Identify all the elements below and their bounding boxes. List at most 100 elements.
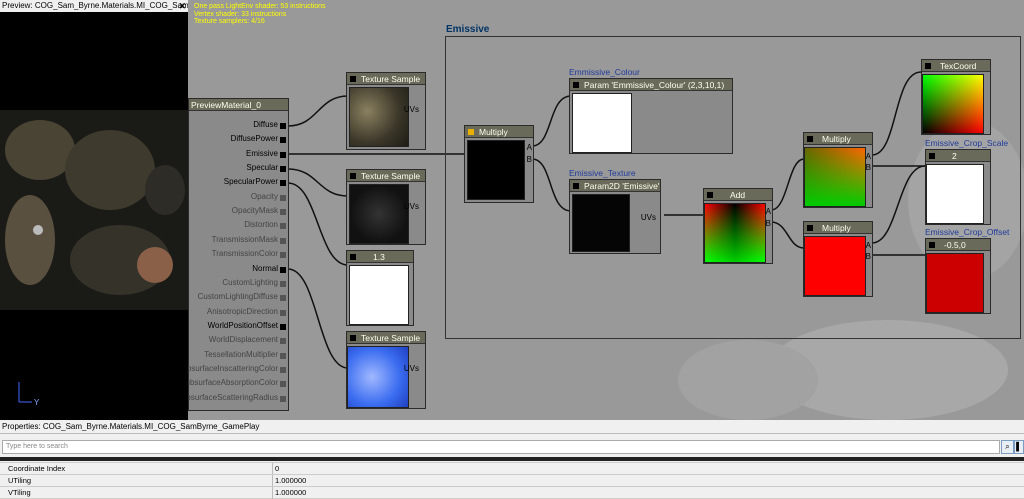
input-b-label: B [865,252,871,261]
multiply-node[interactable]: Multiply A B [464,125,534,203]
node-title: Multiply [804,133,872,145]
scalar-param-node[interactable]: 2 [925,149,991,225]
material-input-label: TessellationMultiplier [204,349,278,359]
material-input-label: Opacity [250,191,278,201]
value-thumbnail [922,74,984,134]
material-input-pin[interactable] [280,209,286,216]
material-input-label: SpecularPower [223,177,278,187]
material-input-label: CustomLighting [222,277,278,287]
uvs-label: UVs [640,213,656,222]
material-input-label: SubsurfaceScatteringRadius [188,392,278,402]
material-input-pin[interactable] [280,223,286,230]
material-input-label: Distortion [244,220,278,230]
multiply-node[interactable]: Multiply A B [803,221,873,297]
texture-param-node[interactable]: Param2D 'Emissive' UVs [569,179,661,254]
property-value[interactable]: 1.000000 [272,487,306,499]
material-input-pin[interactable] [280,194,286,201]
node-title: -0.5,0 [926,239,990,251]
texture-thumbnail [349,87,409,147]
value-thumbnail [572,93,632,153]
material-input-pin[interactable] [280,323,286,330]
material-input-label: AnisotropicDirection [206,306,278,316]
material-input-pin[interactable] [280,166,286,173]
material-input-label: SubsurfaceAbsorptionColor [188,378,278,388]
material-input-pin[interactable] [280,352,286,359]
material-input-label: SubsurfaceInscatteringColor [188,363,278,373]
texture-thumbnail [572,194,630,252]
material-input-pin[interactable] [280,309,286,316]
vector-param-node[interactable]: -0.5,0 [925,238,991,314]
search-input[interactable]: Type here to search [2,440,1000,454]
add-node[interactable]: Add A B [703,188,773,264]
texture-sample-node[interactable]: Texture Sample UVs [346,169,426,245]
input-a-label: A [526,143,532,152]
search-icon[interactable]: ⌕ [1001,440,1014,454]
close-icon[interactable]: ✕ [178,0,186,12]
preview-title: Preview: COG_Sam_Byrne.Materials.MI_COG_… [0,0,188,12]
preview-material-node[interactable]: PreviewMaterial_0 Diffuse DiffusePower Emi… [188,98,289,411]
crop-offset-label: Emissive_Crop_Offset [925,227,1010,237]
value-thumbnail [926,253,984,313]
material-input-pin[interactable] [280,180,286,187]
uvs-label: UVs [403,105,419,114]
stat-line: One pass LightEnv shader: 53 instruction… [194,3,326,10]
material-input-label: Normal [252,263,278,273]
property-key: VTiling [8,488,31,497]
material-graph-canvas[interactable]: One pass LightEnv shader: 53 instruction… [188,0,1024,420]
material-input-label: Specular [246,163,278,173]
property-row[interactable]: UTiling 1.000000 [0,474,1024,487]
material-input-label: TransmissionMask [211,234,278,244]
material-input-label: TransmissionColor [211,249,278,259]
value-thumbnail [704,203,766,263]
crop-scale-label: Emissive_Crop_Scale [925,138,1009,148]
material-input-pin[interactable] [280,366,286,373]
texture-sample-node[interactable]: Texture Sample UVs [346,72,426,150]
input-b-label: B [526,155,532,164]
input-a-label: A [765,207,771,216]
material-input-pin[interactable] [280,266,286,273]
node-title: PreviewMaterial_0 [189,99,288,111]
material-input-label: WorldPositionOffset [207,320,278,330]
node-title: Param 'Emmissive_Colour' (2,3,10,1) [570,79,732,91]
property-row[interactable]: Coordinate Index 0 [0,462,1024,475]
node-title: TexCoord [922,60,990,72]
property-row[interactable]: VTiling 1.000000 [0,486,1024,499]
value-thumbnail [804,236,866,296]
stat-line: Vertex shader: 33 instructions [194,10,287,18]
input-b-label: B [765,219,771,228]
uvs-label: UVs [403,202,419,211]
node-title: Add [704,189,772,201]
material-input-pin[interactable] [280,381,286,388]
texture-thumbnail [347,346,409,408]
material-input-pin[interactable] [280,295,286,302]
node-title: 2 [926,150,990,162]
texcoord-node[interactable]: TexCoord [921,59,991,135]
material-input-pin[interactable] [280,252,286,259]
value-thumbnail [349,265,409,325]
preview-panel[interactable]: Preview: COG_Sam_Byrne.Materials.MI_COG_… [0,0,188,420]
preview-viewport[interactable] [0,110,188,310]
material-input-pin[interactable] [280,338,286,345]
normal-texture-sample-node[interactable]: Texture Sample UVs [346,331,426,409]
value-thumbnail [804,147,866,207]
material-input-label: Diffuse [253,120,278,129]
constant-node[interactable]: 1.3 [346,250,414,326]
material-input-pin[interactable] [280,151,286,158]
material-input-pin[interactable] [280,237,286,244]
vector-param-node[interactable]: Param 'Emmissive_Colour' (2,3,10,1) [569,78,733,154]
uvs-label: UVs [403,364,419,373]
material-input-pin[interactable] [280,137,286,144]
material-input-label: CustomLightingDiffuse [197,292,278,302]
node-title: Multiply [465,126,533,138]
material-input-pin[interactable] [280,395,286,402]
input-b-label: B [865,163,871,172]
material-input-pin[interactable] [280,280,286,287]
clear-search-icon[interactable]: ▌ [1014,440,1024,454]
material-input-pin[interactable] [280,123,286,129]
node-title: Multiply [804,222,872,234]
axis-y-label: Y [34,398,40,407]
material-input-label: Emissive [245,148,278,158]
multiply-node[interactable]: Multiply A B [803,132,873,208]
value-thumbnail [467,140,525,200]
texture-thumbnail [349,184,409,244]
